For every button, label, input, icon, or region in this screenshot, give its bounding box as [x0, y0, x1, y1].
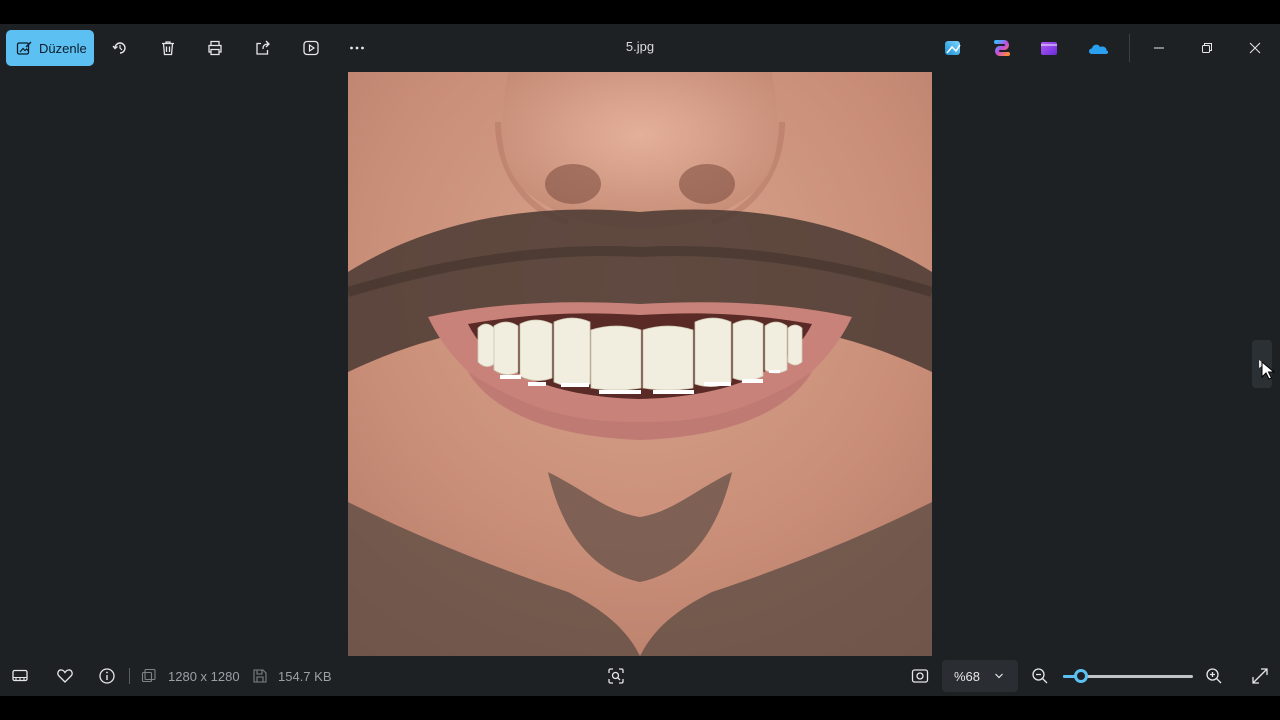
zoom-slider[interactable] [1063, 666, 1193, 686]
letterbox-bottom [0, 696, 1280, 720]
clipchamp-icon[interactable] [1040, 39, 1058, 57]
copilot-icon[interactable] [993, 39, 1011, 57]
file-size-icon [252, 667, 268, 685]
print-icon [208, 40, 222, 56]
rotate-button[interactable] [108, 36, 132, 60]
zoom-out-icon [1032, 668, 1048, 684]
visual-search-icon [608, 668, 624, 684]
slideshow-button[interactable] [299, 36, 323, 60]
expand-icon [1252, 668, 1268, 684]
photos-editor-icon[interactable] [944, 39, 962, 57]
letterbox-top [0, 0, 1280, 24]
delete-button[interactable] [156, 36, 180, 60]
image-viewer-canvas [0, 72, 1280, 656]
actual-size-button[interactable] [911, 667, 929, 685]
edit-image-icon [16, 41, 32, 55]
visual-search-button[interactable] [607, 667, 625, 685]
filmstrip-button[interactable] [11, 667, 29, 685]
edit-button[interactable]: Düzenle [6, 30, 94, 66]
more-icon [350, 46, 364, 50]
file-size: 154.7 KB [278, 669, 332, 684]
chevron-down-icon [995, 673, 1003, 679]
smile-photo [348, 72, 932, 656]
displayed-photo[interactable] [348, 72, 932, 656]
close-icon [1249, 42, 1261, 54]
zoom-in-button[interactable] [1205, 667, 1223, 685]
file-info-button[interactable] [98, 667, 116, 685]
file-name-title: 5.jpg [625, 39, 655, 54]
full-screen-button[interactable] [1251, 667, 1269, 685]
restore-icon [1202, 43, 1212, 53]
info-icon [99, 668, 115, 684]
zoom-level-value: %68 [954, 669, 981, 684]
delete-icon [162, 41, 174, 56]
zoom-level-dropdown[interactable]: %68 [942, 660, 1018, 692]
heart-icon [57, 669, 73, 683]
print-button[interactable] [203, 36, 227, 60]
share-button[interactable] [251, 36, 275, 60]
edit-button-label: Düzenle [39, 40, 87, 56]
title-bar-divider [1129, 34, 1130, 62]
minimize-button[interactable] [1147, 36, 1171, 60]
status-bar: 1280 x 1280 154.7 KB %68 [0, 656, 1280, 696]
dimensions-icon [141, 667, 157, 685]
favorite-button[interactable] [56, 667, 74, 685]
mouse-cursor-icon [1261, 361, 1275, 380]
onedrive-icon[interactable] [1087, 39, 1109, 57]
more-options-button[interactable] [345, 36, 369, 60]
close-button[interactable] [1243, 36, 1267, 60]
title-bar: Düzenle 5.jpg [0, 24, 1280, 72]
actual-size-icon [911, 669, 929, 683]
photos-app-window: Düzenle 5.jpg 1280 x 1280 154.7 KB %68 [0, 24, 1280, 696]
minimize-icon [1154, 47, 1164, 49]
restore-button[interactable] [1195, 36, 1219, 60]
image-dimensions: 1280 x 1280 [168, 669, 240, 684]
zoom-out-button[interactable] [1031, 667, 1049, 685]
zoom-slider-thumb[interactable] [1074, 669, 1088, 683]
share-icon [256, 40, 270, 55]
filmstrip-icon [12, 669, 28, 682]
status-divider [129, 668, 130, 684]
rotate-icon [112, 42, 126, 54]
slideshow-icon [303, 40, 319, 56]
zoom-in-icon [1206, 668, 1222, 684]
